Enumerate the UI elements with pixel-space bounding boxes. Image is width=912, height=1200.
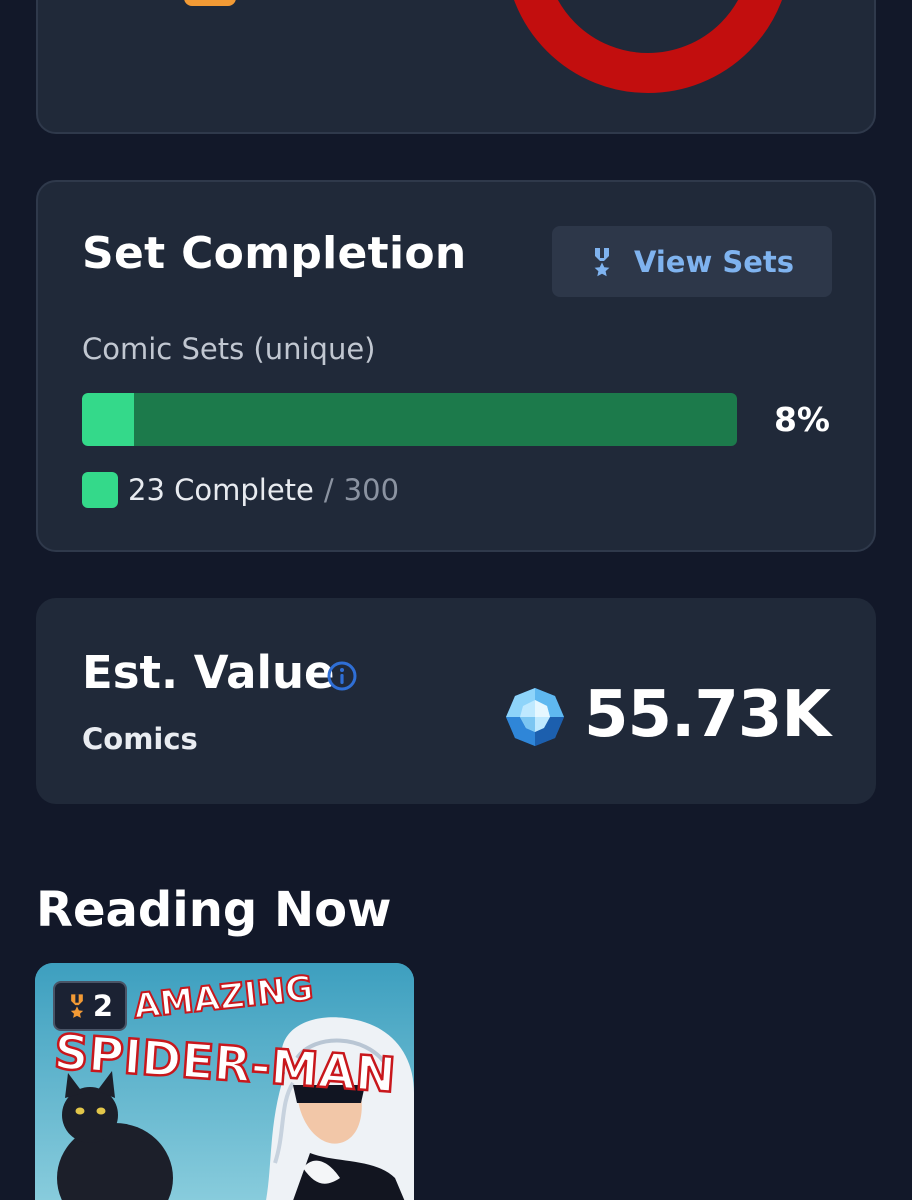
legend-complete-count: 23 Complete xyxy=(128,473,314,507)
reading-now-title: Reading Now xyxy=(36,882,392,938)
rank-badge: 2 xyxy=(53,981,127,1031)
set-completion-subtitle: Comic Sets (unique) xyxy=(82,332,376,366)
est-value-card: Est. Value Comics 55.73K xyxy=(36,598,876,804)
medal-icon xyxy=(70,994,84,1018)
legend-separator: / xyxy=(323,473,334,507)
gem-icon xyxy=(506,688,564,746)
info-icon[interactable] xyxy=(326,660,358,692)
est-value-title: Est. Value xyxy=(82,646,335,699)
set-progress-percent: 8% xyxy=(773,400,830,439)
legend-swatch xyxy=(82,472,118,508)
set-progress-fill xyxy=(82,393,135,446)
set-completion-card: Set Completion View Sets Comic Sets (uni… xyxy=(36,180,876,552)
status-badge xyxy=(184,0,236,6)
collection-page: Set Completion View Sets Comic Sets (uni… xyxy=(0,0,912,1200)
comic-card[interactable]: AMAZING SPIDER-MAN 2 xyxy=(35,963,414,1200)
set-progress-legend: 23 Complete / 300 xyxy=(82,472,399,508)
set-progress-bar xyxy=(82,393,737,446)
donut-chart xyxy=(514,0,782,93)
view-sets-label: View Sets xyxy=(633,244,795,279)
collection-stats-card xyxy=(36,0,876,134)
view-sets-button[interactable]: View Sets xyxy=(552,226,832,297)
medal-icon xyxy=(594,247,610,276)
set-completion-title: Set Completion xyxy=(82,228,467,279)
legend-total-count: 300 xyxy=(343,473,400,507)
est-value-subtitle: Comics xyxy=(82,722,198,756)
rank-value: 2 xyxy=(92,989,114,1023)
est-value-amount: 55.73K xyxy=(583,678,831,752)
